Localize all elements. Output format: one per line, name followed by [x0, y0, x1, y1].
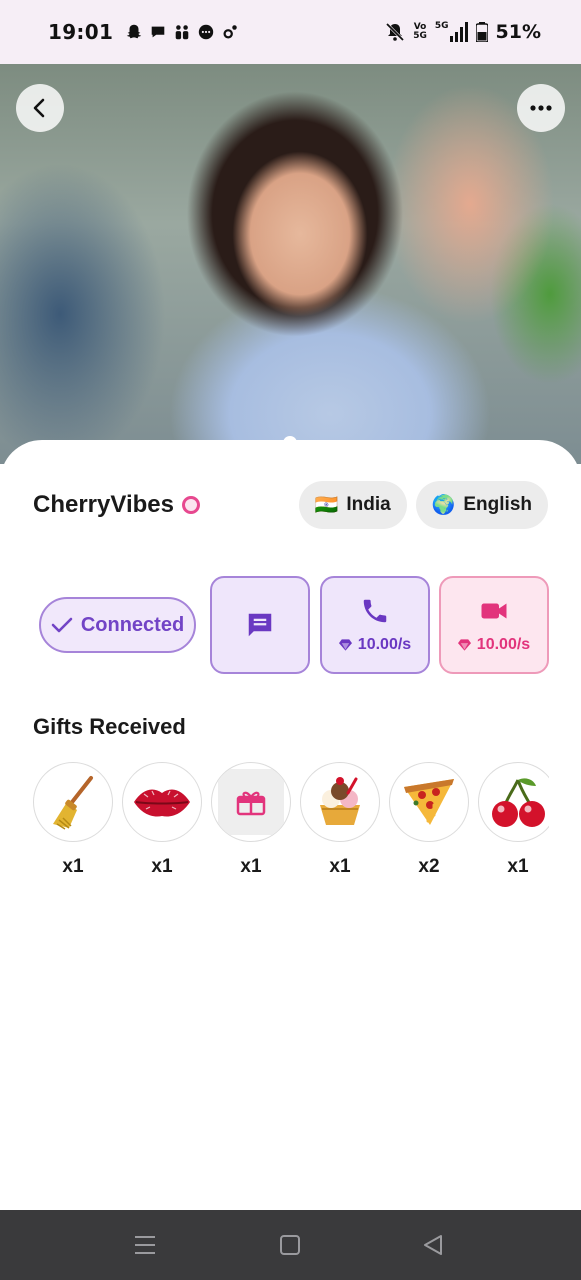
profile-photo [0, 64, 581, 464]
status-time: 19:01 [48, 20, 114, 44]
checkmark-icon [51, 617, 73, 633]
country-chip: 🇮🇳 India [298, 481, 407, 529]
video-rate: 10.00/s [457, 636, 531, 654]
volte-icon: Vo 5G [413, 23, 427, 41]
profile-sheet: CherryVibes 🇮🇳 India 🌍 English Connected [0, 436, 581, 1210]
settings-icon [223, 25, 237, 39]
connected-button[interactable]: Connected [39, 597, 196, 653]
video-rate-value: 10.00/s [476, 636, 531, 653]
cherries-icon [492, 778, 545, 827]
gift-count: x1 [507, 856, 529, 877]
name-row: CherryVibes 🇮🇳 India 🌍 English [33, 480, 548, 530]
language-label: English [463, 494, 532, 515]
gift-circle [122, 762, 202, 842]
ice-cream-sundae-icon [320, 777, 360, 825]
back-button[interactable] [16, 84, 64, 132]
call-rate: 10.00/s [338, 636, 412, 654]
online-status-icon [181, 496, 200, 514]
snapchat-icon [126, 24, 142, 39]
system-back-button[interactable] [418, 1230, 448, 1260]
gift-item: x1 [300, 762, 380, 878]
signal-5g-icon: 5G [435, 22, 468, 42]
battery-icon [475, 22, 488, 42]
call-rate-value: 10.00/s [357, 636, 412, 653]
action-row: Connected 10.00/s 10.00/s [39, 576, 549, 674]
teams-icon [175, 25, 189, 40]
gift-count: x1 [151, 856, 173, 877]
triangle-back-icon [424, 1235, 442, 1255]
more-horizontal-icon [530, 105, 552, 111]
message-icon [248, 613, 272, 637]
voice-call-button[interactable]: 10.00/s [320, 576, 430, 674]
system-navigation-bar [0, 1210, 581, 1280]
gift-item: x1 [33, 762, 113, 878]
connected-label: Connected [80, 613, 185, 636]
name-wrap: CherryVibes [33, 491, 200, 519]
chevron-left-icon [33, 98, 45, 118]
chat-bubble-icon [151, 26, 165, 38]
diamond-icon [457, 639, 471, 651]
video-call-button[interactable]: 10.00/s [439, 576, 549, 674]
bell-muted-icon [386, 22, 405, 42]
gift-circle [211, 762, 291, 842]
square-icon [280, 1235, 300, 1255]
broom-icon [53, 776, 93, 830]
gifts-title: Gifts Received [33, 714, 186, 739]
gift-circle [389, 762, 469, 842]
gift-placeholder [218, 769, 284, 835]
message-button[interactable] [210, 576, 310, 674]
gifts-list[interactable]: x1 x1 x1 x1 x2 x1 [33, 762, 549, 882]
notification-icons [125, 23, 239, 41]
status-bar: 19:01 Vo 5G 5G 51% [0, 0, 581, 64]
gift-box-icon [236, 791, 266, 816]
profile-chips: 🇮🇳 India 🌍 English [298, 481, 548, 529]
gift-circle [33, 762, 113, 842]
india-flag-icon: 🇮🇳 [314, 495, 339, 516]
gift-item: x1 [122, 762, 202, 878]
gift-item: x1 [211, 762, 291, 878]
messenger-icon [198, 24, 214, 40]
signal-network-label: 5G [434, 21, 449, 31]
gift-count: x1 [62, 856, 84, 877]
gift-item: x2 [389, 762, 469, 878]
more-options-button[interactable] [517, 84, 565, 132]
volte-network: 5G [413, 31, 427, 41]
status-left: 19:01 [48, 20, 239, 44]
gift-count: x2 [418, 856, 440, 877]
battery-percent: 51% [495, 21, 541, 43]
username: CherryVibes [33, 491, 174, 518]
pizza-slice-icon [404, 779, 454, 825]
recent-apps-button[interactable] [130, 1230, 160, 1260]
video-camera-icon [481, 603, 507, 619]
globe-icon: 🌍 [431, 495, 456, 516]
gift-circle [300, 762, 380, 842]
home-button[interactable] [275, 1230, 305, 1260]
gift-item: x1 [478, 762, 549, 878]
status-right: Vo 5G 5G 51% [385, 21, 541, 43]
language-chip: 🌍 English [415, 481, 548, 529]
diamond-icon [338, 639, 352, 651]
photo-indicator-dot [283, 436, 297, 450]
lips-icon [134, 789, 190, 817]
gift-circle [478, 762, 549, 842]
gift-count: x1 [240, 856, 262, 877]
phone-icon [363, 599, 387, 623]
country-label: India [346, 494, 391, 515]
menu-icon [135, 1236, 155, 1254]
gift-count: x1 [329, 856, 351, 877]
